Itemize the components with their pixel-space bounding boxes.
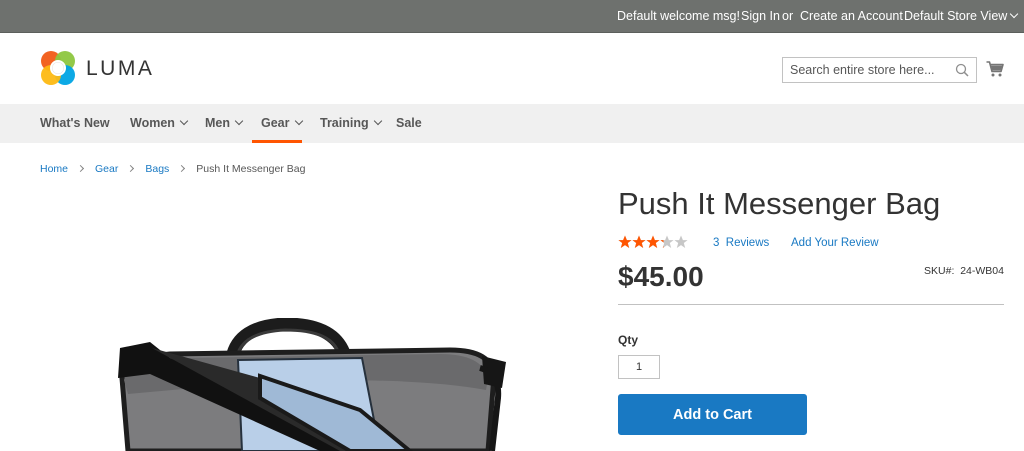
qty-input[interactable]	[618, 355, 660, 379]
divider	[618, 304, 1004, 305]
breadcrumb-current: Push It Messenger Bag	[196, 163, 306, 175]
store-switcher[interactable]: Default Store View	[904, 9, 1019, 23]
nav-item-men[interactable]: Men	[205, 116, 244, 130]
chevron-down-icon	[179, 116, 189, 126]
qty-label: Qty	[618, 333, 639, 347]
nav-label: Women	[130, 116, 175, 130]
nav-label: Men	[205, 116, 230, 130]
cart-icon[interactable]	[986, 60, 1004, 78]
active-nav-indicator	[252, 140, 302, 143]
nav-item-sale[interactable]: Sale	[396, 116, 422, 130]
search-icon[interactable]	[955, 63, 969, 77]
chevron-right-icon	[76, 164, 85, 173]
reviews-link[interactable]: 3 Reviews	[713, 237, 769, 249]
breadcrumb-gear[interactable]: Gear	[95, 163, 118, 175]
reviews-label: Reviews	[725, 237, 770, 249]
nav-label: Gear	[261, 116, 290, 130]
chevron-right-icon	[178, 164, 186, 173]
search-input[interactable]	[783, 58, 953, 82]
add-review-link[interactable]: Add Your Review	[791, 237, 879, 249]
top-bar: Default welcome msg! Sign In or Create a…	[0, 0, 1024, 33]
nav-label: Sale	[396, 116, 422, 130]
nav-label: Training	[320, 116, 369, 130]
product-sku: SKU#: 24-WB04	[924, 265, 1004, 277]
main-navigation: What's New Women Men Gear Training Sale	[0, 104, 1024, 143]
nav-item-training[interactable]: Training	[320, 116, 382, 130]
chevron-right-icon	[127, 164, 135, 173]
breadcrumb-bags[interactable]: Bags	[145, 163, 169, 175]
breadcrumb-home[interactable]: Home	[40, 163, 68, 175]
nav-item-gear[interactable]: Gear	[261, 116, 303, 130]
breadcrumb: Home Gear Bags Push It Messenger Bag	[40, 163, 305, 175]
create-account-link[interactable]: Create an Account	[800, 9, 903, 23]
sku-value: 24-WB04	[960, 265, 1004, 277]
reviews-count: 3	[713, 237, 720, 249]
luma-logo-icon[interactable]	[40, 50, 76, 86]
welcome-message: Default welcome msg!	[617, 9, 740, 23]
or-text: or	[782, 9, 794, 23]
chevron-down-icon	[294, 116, 303, 126]
product-title: Push It Messenger Bag	[618, 186, 941, 221]
product-price: $45.00	[618, 261, 704, 292]
nav-item-whats-new[interactable]: What's New	[40, 116, 110, 130]
chevron-down-icon	[234, 116, 244, 126]
product-image[interactable]	[110, 318, 510, 451]
logo-text[interactable]: LUMA	[86, 57, 154, 81]
add-to-cart-button[interactable]: Add to Cart	[618, 394, 807, 435]
store-view-label: Default Store View	[904, 9, 1008, 23]
page-header: LUMA	[0, 33, 1024, 104]
rating-stars	[618, 235, 688, 248]
chevron-down-icon	[1010, 9, 1019, 19]
sku-label: SKU#:	[924, 265, 955, 277]
sign-in-link[interactable]: Sign In	[741, 9, 780, 23]
nav-label: What's New	[40, 116, 110, 130]
nav-item-women[interactable]: Women	[130, 116, 189, 130]
search-box[interactable]	[782, 57, 977, 83]
chevron-down-icon	[373, 116, 382, 126]
